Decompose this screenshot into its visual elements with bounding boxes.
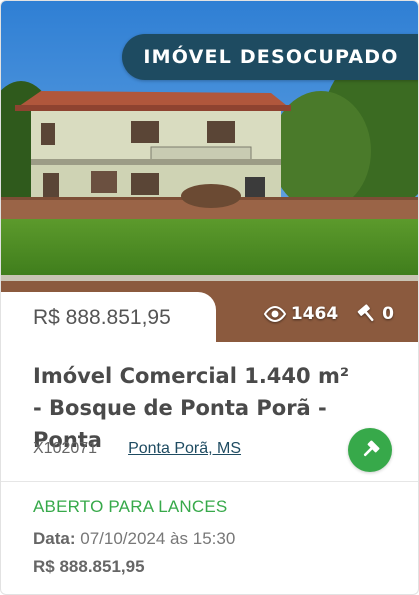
auction-date: Data: 07/10/2024 às 15:30 [33, 529, 235, 549]
date-value: 07/10/2024 às 15:30 [80, 529, 236, 548]
price-value: R$ 888.851,95 [33, 306, 171, 329]
property-photo[interactable]: IMÓVEL DESOCUPADO R$ 888.851,95 1464 0 [1, 1, 418, 342]
bids-stat: 0 [356, 304, 394, 324]
date-label: Data: [33, 529, 76, 548]
eye-icon [263, 306, 286, 322]
auction-status: ABERTO PARA LANCES [33, 497, 228, 516]
listing-card[interactable]: IMÓVEL DESOCUPADO R$ 888.851,95 1464 0 I… [0, 0, 419, 595]
gavel-icon [357, 304, 374, 322]
price-tab: R$ 888.851,95 [1, 292, 216, 342]
views-count: 1464 [290, 304, 339, 324]
current-bid: R$ 888.851,95 [33, 557, 145, 576]
listing-code: X102071 [33, 440, 98, 457]
location-link[interactable]: Ponta Porã, MS [128, 440, 241, 458]
divider [1, 481, 418, 482]
vacant-property-badge: IMÓVEL DESOCUPADO [122, 34, 418, 80]
stats-bar: 1464 0 [263, 304, 394, 324]
bids-count: 0 [382, 304, 394, 324]
gavel-icon [363, 440, 380, 457]
listing-meta: X102071 Ponta Porã, MS [33, 440, 241, 458]
views-stat: 1464 [263, 304, 338, 324]
bid-button[interactable] [348, 428, 392, 472]
